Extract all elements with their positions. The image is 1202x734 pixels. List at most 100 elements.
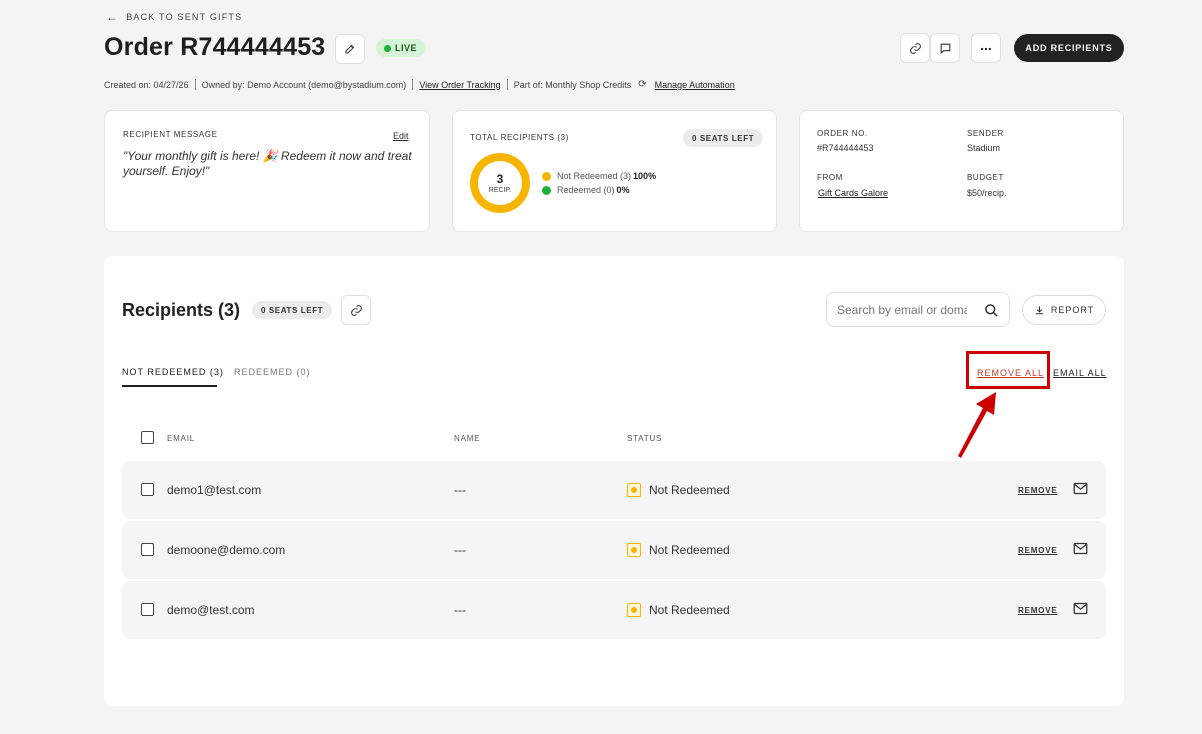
tab-redeemed[interactable]: REDEEMED (0)	[234, 367, 311, 377]
budget-label: BUDGET	[967, 173, 1004, 182]
yellow-dot-icon	[542, 171, 551, 181]
row-status-label: Not Redeemed	[649, 603, 730, 617]
pending-status-icon	[627, 543, 641, 557]
search-icon[interactable]	[984, 303, 999, 318]
envelope-icon[interactable]	[1073, 542, 1088, 555]
row-status: Not Redeemed	[627, 543, 730, 557]
order-meta-line: Created on: 04/27/26 Owned by: Demo Acco…	[104, 79, 735, 90]
green-dot-icon	[542, 185, 551, 195]
recipient-message-label: RECIPIENT MESSAGE	[123, 130, 218, 139]
back-link-label: BACK TO SENT GIFTS	[126, 12, 243, 22]
annotation-arrow-icon	[958, 392, 996, 458]
from-vendor-link[interactable]: Gift Cards Galore	[818, 188, 888, 198]
report-label: REPORT	[1050, 305, 1095, 315]
donut-unit: RECIP.	[488, 186, 512, 194]
copy-link-button[interactable]	[900, 33, 930, 63]
table-row: demo1@test.com --- Not Redeemed REMOVE	[122, 461, 1106, 519]
recipients-title: Recipients (3)	[122, 300, 241, 320]
envelope-icon[interactable]	[1073, 482, 1088, 495]
search-field[interactable]	[826, 292, 1010, 327]
recipients-seats-badge: 0 SEATS LEFT	[252, 301, 333, 319]
status-badge-label: LIVE	[395, 43, 418, 53]
row-email: demo1@test.com	[167, 483, 262, 497]
donut-center: 3 RECIP.	[478, 161, 522, 205]
column-header-name: NAME	[454, 434, 481, 443]
table-row: demoone@demo.com --- Not Redeemed REMOVE	[122, 521, 1106, 579]
recipients-link-button[interactable]	[341, 295, 371, 325]
select-all-checkbox[interactable]	[141, 431, 154, 444]
arrow-left-icon: ←	[106, 10, 120, 24]
meta-divider	[194, 79, 196, 90]
pending-status-icon	[627, 603, 641, 617]
legend-not-redeemed: Not Redeemed (3) 100%	[542, 171, 656, 181]
row-status-label: Not Redeemed	[649, 543, 730, 557]
legend-not-redeemed-label: Not Redeemed (3)	[557, 171, 632, 181]
row-email: demo@test.com	[167, 603, 255, 617]
part-of-info: Part of: Monthly Shop Credits	[513, 79, 632, 90]
edit-message-link[interactable]: Edit	[393, 131, 409, 141]
row-status: Not Redeemed	[627, 483, 730, 497]
created-date: Created on: 04/27/26	[104, 79, 189, 90]
legend-redeemed: Redeemed (0) 0%	[542, 185, 630, 195]
chat-bubble-icon	[940, 43, 950, 54]
row-status-label: Not Redeemed	[649, 483, 730, 497]
order-no-value: #R744444453	[817, 143, 874, 153]
remove-all-button[interactable]: REMOVE ALL	[977, 368, 1044, 378]
pencil-icon	[345, 44, 355, 54]
legend-redeemed-label: Redeemed (0)	[557, 185, 615, 195]
sender-value: Stadium	[967, 143, 1001, 153]
view-order-tracking-link[interactable]: View Order Tracking	[419, 80, 500, 90]
seats-left-badge: 0 SEATS LEFT	[683, 129, 764, 147]
email-all-button[interactable]: EMAIL ALL	[1053, 368, 1107, 378]
owner-info: Owned by: Demo Account (demo@bystadium.c…	[201, 79, 407, 90]
legend-redeemed-percent: 0%	[616, 185, 630, 195]
row-checkbox[interactable]	[141, 483, 154, 496]
search-input[interactable]	[827, 293, 967, 326]
total-recipients-card: TOTAL RECIPIENTS (3) 0 SEATS LEFT 3 RECI…	[452, 110, 777, 232]
download-icon	[1035, 305, 1043, 314]
column-header-status: STATUS	[627, 434, 663, 443]
link-icon	[909, 42, 921, 54]
recipient-message-card: RECIPIENT MESSAGE Edit "Your monthly gif…	[104, 110, 430, 232]
recipient-message-text: "Your monthly gift is here! 🎉 Redeem it …	[123, 149, 412, 178]
row-remove-button[interactable]: REMOVE	[1018, 546, 1057, 555]
back-to-sent-gifts-link[interactable]: ← BACK TO SENT GIFTS	[106, 11, 242, 23]
envelope-icon[interactable]	[1073, 602, 1088, 615]
pending-status-icon	[627, 483, 641, 497]
row-name: ---	[454, 543, 466, 557]
total-recipients-label: TOTAL RECIPIENTS (3)	[470, 133, 569, 142]
legend-not-redeemed-percent: 100%	[633, 171, 657, 181]
tab-not-redeemed[interactable]: NOT REDEEMED (3)	[122, 367, 224, 377]
row-remove-button[interactable]: REMOVE	[1018, 606, 1057, 615]
row-name: ---	[454, 603, 466, 617]
order-details-card: ORDER NO. #R744444453 SENDER Stadium FRO…	[799, 110, 1124, 232]
recipients-donut-chart: 3 RECIP.	[470, 153, 530, 213]
from-label: FROM	[817, 173, 843, 182]
meta-divider	[506, 79, 508, 90]
more-options-button[interactable]: ...	[971, 33, 1001, 63]
donut-count: 3	[496, 171, 504, 186]
row-email: demoone@demo.com	[167, 543, 286, 557]
report-button[interactable]: REPORT	[1022, 295, 1106, 325]
comment-button[interactable]	[930, 33, 960, 63]
live-dot-icon	[384, 44, 391, 52]
active-tab-underline	[122, 385, 217, 387]
edit-title-button[interactable]	[335, 34, 365, 64]
table-row: demo@test.com --- Not Redeemed REMOVE	[122, 581, 1106, 639]
row-remove-button[interactable]: REMOVE	[1018, 486, 1057, 495]
manage-automation-link[interactable]: Manage Automation	[655, 80, 735, 90]
order-no-label: ORDER NO.	[817, 129, 868, 138]
link-icon	[350, 304, 362, 316]
meta-divider	[412, 79, 414, 90]
ellipsis-icon: ...	[980, 37, 992, 53]
sender-label: SENDER	[967, 129, 1004, 138]
automation-icon: ⟳	[638, 79, 647, 90]
column-header-email: EMAIL	[167, 434, 196, 443]
row-name: ---	[454, 483, 466, 497]
row-checkbox[interactable]	[141, 543, 154, 556]
add-recipients-button[interactable]: ADD RECIPIENTS	[1014, 34, 1124, 62]
page-title: Order R744444453	[104, 33, 326, 61]
row-checkbox[interactable]	[141, 603, 154, 616]
status-badge: LIVE	[376, 39, 426, 57]
row-status: Not Redeemed	[627, 603, 730, 617]
